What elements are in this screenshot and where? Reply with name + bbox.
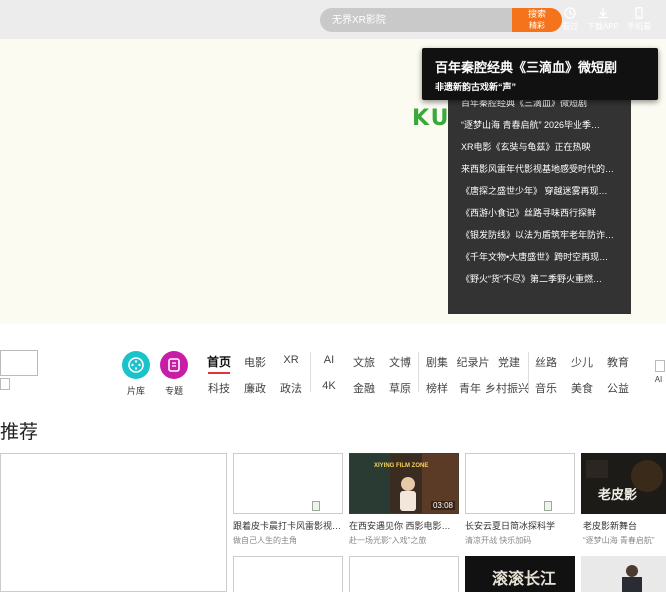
video-duration: 03:08 xyxy=(430,501,455,510)
topic-card-icon xyxy=(168,358,180,372)
news-item[interactable]: 《西游小食记》丝路寻味西行探鲜 xyxy=(461,202,626,224)
film-reel-icon xyxy=(128,357,144,373)
card-thumbnail[interactable]: 滚滚长江 xyxy=(465,556,575,592)
topics-label: 专题 xyxy=(164,386,183,396)
featured-card-image[interactable] xyxy=(0,453,227,592)
news-item[interactable]: “逐梦山海 青春启航” 2026毕业季… xyxy=(461,114,626,136)
nav-museum[interactable]: 文博 xyxy=(385,354,415,370)
phone-icon xyxy=(635,7,643,19)
top-header: 搜索 精彩 看过 下载APP 手机看 xyxy=(0,0,666,39)
thumbnail-art xyxy=(622,565,642,592)
nav-rural[interactable]: 乡村振兴 xyxy=(484,380,530,396)
nav-role-model[interactable]: 榜样 xyxy=(422,380,452,396)
featured-popup[interactable]: 百年秦腔经典《三滴血》微短剧 非遗新韵古戏新“声” xyxy=(422,48,658,100)
recommend-heading: 推荐 xyxy=(0,422,39,443)
thumbnail-text: XIYING FILM ZONE xyxy=(374,463,429,469)
popup-title: 百年秦腔经典《三滴血》微短剧 xyxy=(435,60,618,75)
nav-xr[interactable]: XR xyxy=(276,354,306,366)
history-button[interactable]: 看过 xyxy=(553,7,587,32)
nav-culture-travel[interactable]: 文旅 xyxy=(349,354,379,370)
thumbnail-text: 老皮影 xyxy=(598,488,638,503)
nav-party[interactable]: 党建 xyxy=(494,354,524,370)
card-thumbnail[interactable] xyxy=(465,453,575,514)
broken-image-icon xyxy=(544,501,552,511)
nav-divider xyxy=(418,352,419,392)
nav-law[interactable]: 政法 xyxy=(276,380,306,396)
search-box: 搜索 精彩 xyxy=(320,8,562,32)
library-label: 片库 xyxy=(126,386,145,396)
nav-finance[interactable]: 金融 xyxy=(349,380,379,396)
ai-app-label[interactable]: AI xyxy=(651,375,666,384)
nav-food[interactable]: 美食 xyxy=(567,380,597,396)
nav-home[interactable]: 首页 xyxy=(204,353,234,374)
nav-grassland[interactable]: 草原 xyxy=(385,380,415,396)
card-thumbnail[interactable] xyxy=(233,556,343,592)
nav-integrity[interactable]: 廉政 xyxy=(240,380,270,396)
nav-tech[interactable]: 科技 xyxy=(204,380,234,396)
card-thumbnail[interactable] xyxy=(233,453,343,514)
nav-music[interactable]: 音乐 xyxy=(531,380,561,396)
brand-image-small xyxy=(0,378,10,390)
topics-button[interactable] xyxy=(160,351,188,379)
history-label: 看过 xyxy=(562,22,578,31)
card-subtitle: “逐梦山海 青春启航” xyxy=(583,536,655,545)
nav-documentary[interactable]: 纪录片 xyxy=(454,354,492,370)
news-item[interactable]: 《银发防线》以法为盾筑牢老年防诈… xyxy=(461,224,626,246)
news-item[interactable]: XR电影《玄奘与龟兹》正在热映 xyxy=(461,136,626,158)
category-nav: 片库 专题 首页 电影 XR AI 文旅 文博 剧集 纪录片 党建 丝路 少儿 … xyxy=(0,342,666,402)
nav-charity[interactable]: 公益 xyxy=(603,380,633,396)
card-title[interactable]: 老皮影新舞台 xyxy=(583,519,666,532)
card-title[interactable]: 跟着皮卡晨打卡风雷影视… xyxy=(233,519,345,532)
news-item[interactable]: 《唐探之盛世少年》 穿越迷雾再现… xyxy=(461,180,626,202)
search-button-label: 搜索 xyxy=(527,9,546,19)
history-icon xyxy=(564,7,576,19)
nav-youth[interactable]: 青年 xyxy=(455,380,485,396)
download-label: 下载APP xyxy=(586,22,619,31)
card-thumbnail[interactable]: 老皮影 xyxy=(581,453,666,514)
mobile-label: 手机看 xyxy=(627,22,651,31)
brand-image xyxy=(0,350,38,376)
thumbnail-text: 滚滚长江 xyxy=(492,569,557,588)
card-thumbnail[interactable] xyxy=(349,556,459,592)
card-title[interactable]: 在西安遇见你 西影电影… xyxy=(349,519,461,532)
card-title[interactable]: 长安云夏日简冰探科学 xyxy=(465,519,577,532)
mobile-watch-button[interactable]: 手机看 xyxy=(622,7,656,32)
news-item[interactable]: 《野火“货”不尽》第二季野火重燃… xyxy=(461,268,626,290)
news-item[interactable]: 《千年文物•大唐盛世》跨时空再现… xyxy=(461,246,626,268)
page: 搜索 精彩 看过 下载APP 手机看 KUQIMAO.C xyxy=(0,0,666,592)
nav-series[interactable]: 剧集 xyxy=(422,354,452,370)
card-thumbnail[interactable] xyxy=(581,556,666,592)
popup-subtitle: 非遗新韵古戏新“声” xyxy=(435,82,517,92)
library-button[interactable] xyxy=(122,351,150,379)
news-item[interactable]: 来西影风雷年代影视基地感受时代的… xyxy=(461,158,626,180)
search-input[interactable] xyxy=(320,8,512,32)
nav-4k[interactable]: 4K xyxy=(314,380,344,392)
news-list: 百年秦腔经典《三滴血》微短剧 “逐梦山海 青春启航” 2026毕业季… XR电影… xyxy=(448,92,631,314)
broken-image-icon xyxy=(312,501,320,511)
nav-silk-road[interactable]: 丝路 xyxy=(531,354,561,370)
card-subtitle: 赴一场光影“入戏”之旅 xyxy=(349,536,427,545)
ai-app-image xyxy=(655,360,665,372)
nav-education[interactable]: 教育 xyxy=(603,354,633,370)
download-icon xyxy=(598,8,608,19)
download-app-button[interactable]: 下载APP xyxy=(586,7,620,32)
nav-divider xyxy=(310,352,311,392)
card-thumbnail[interactable]: XIYING FILM ZONE 03:08 xyxy=(349,453,459,514)
nav-movie[interactable]: 电影 xyxy=(240,354,270,370)
card-subtitle: 做自己人生的主角 xyxy=(233,536,297,545)
nav-ai[interactable]: AI xyxy=(314,354,344,366)
nav-kids[interactable]: 少儿 xyxy=(567,354,597,370)
card-subtitle: 清凉开战 快乐加码 xyxy=(465,536,532,545)
